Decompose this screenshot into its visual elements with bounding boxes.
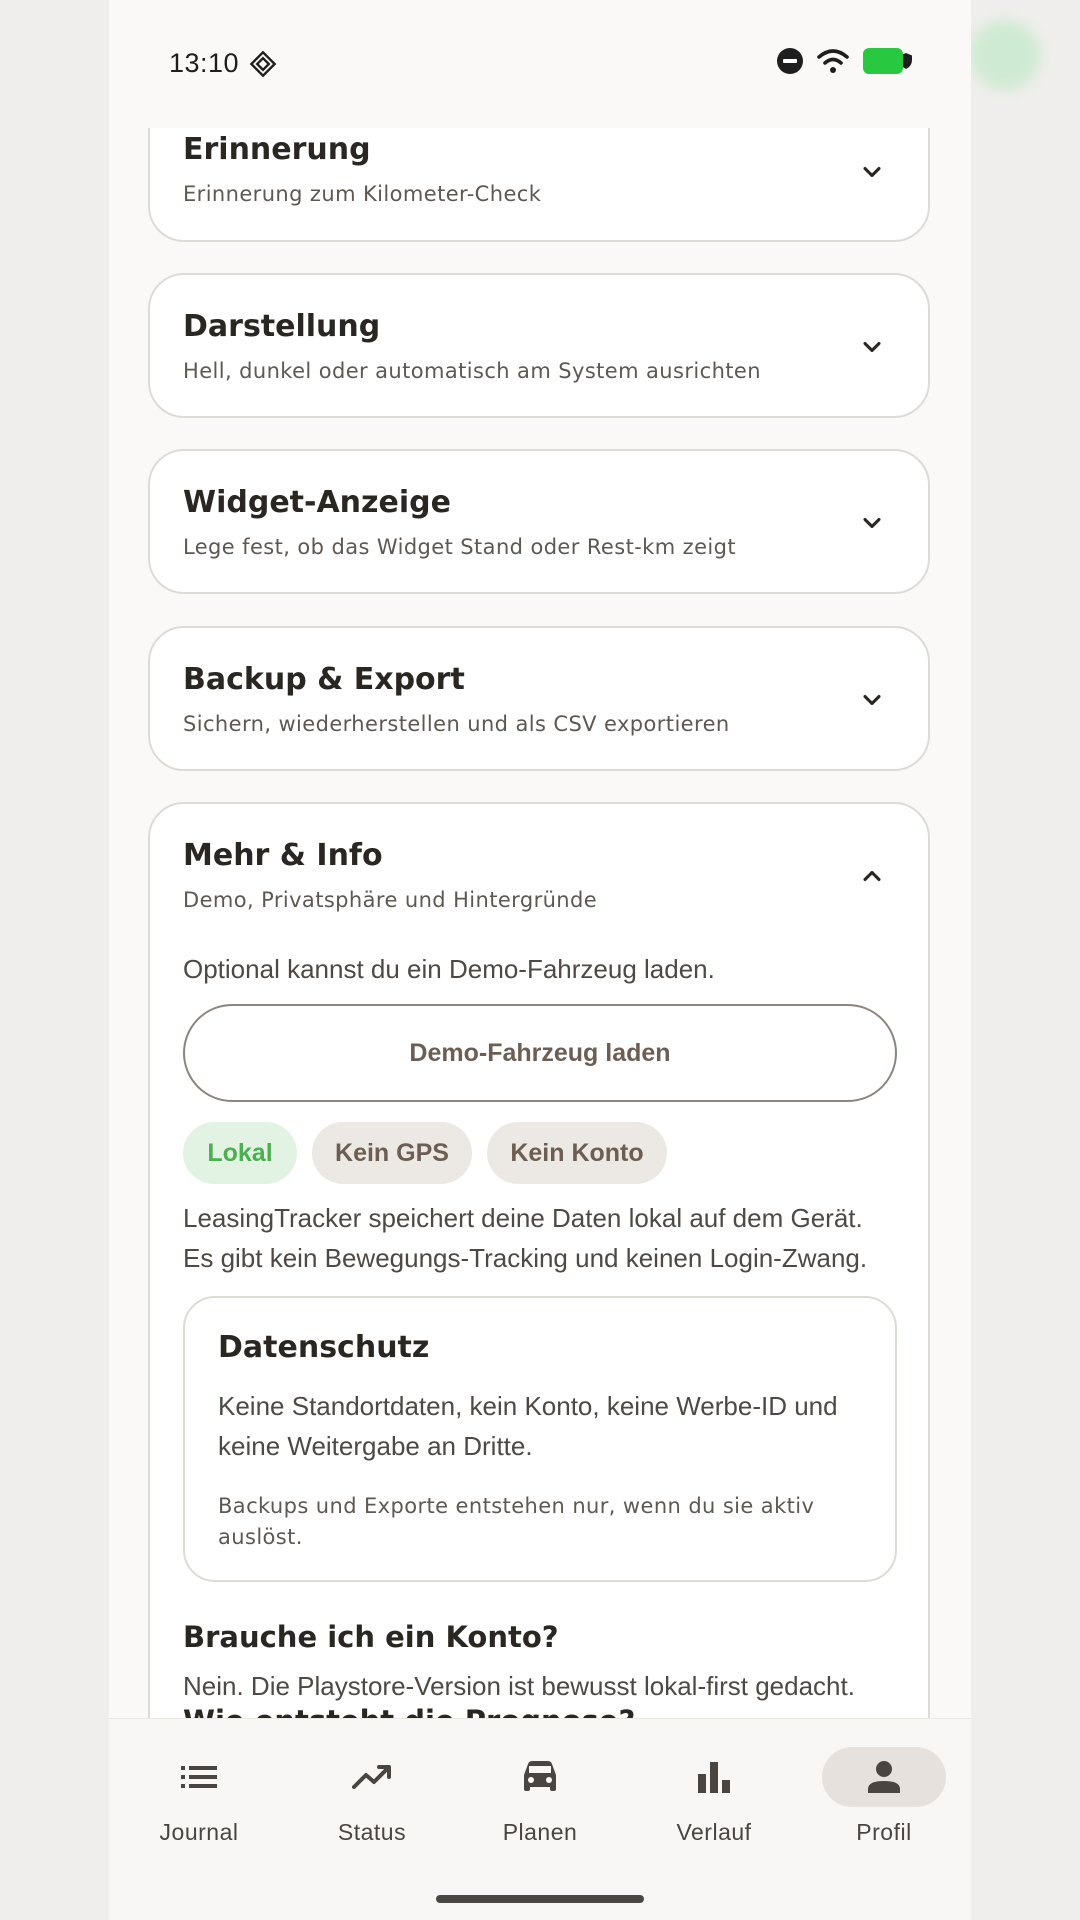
nav-item-journal[interactable]: Journal bbox=[124, 1747, 274, 1857]
chevron-down-icon[interactable] bbox=[858, 333, 886, 361]
app-screen: Erinnerung Erinnerung zum Kilometer-Chec… bbox=[109, 0, 971, 1920]
list-icon bbox=[181, 1766, 217, 1788]
status-bar: 13:10 bbox=[109, 0, 971, 128]
nav-icon-container bbox=[652, 1747, 776, 1807]
nav-label: Profil bbox=[856, 1819, 912, 1845]
nav-item-profil[interactable]: Profil bbox=[809, 1747, 959, 1857]
do-not-disturb-icon bbox=[777, 48, 803, 74]
bottom-navigation: Journal Status Planen Verlauf Profil bbox=[109, 1718, 971, 1920]
status-time: 13:10 bbox=[169, 48, 240, 78]
chip-lokal: Lokal bbox=[183, 1122, 297, 1184]
datenschutz-note-line2: auslöst. bbox=[218, 1525, 303, 1549]
battery-icon bbox=[863, 48, 903, 74]
faq-question: Wie entsteht die Prognose? bbox=[183, 1704, 635, 1718]
person-icon bbox=[868, 1761, 900, 1793]
nav-icon-container-active bbox=[822, 1747, 946, 1807]
car-icon bbox=[524, 1761, 556, 1791]
background-blur-right bbox=[970, 0, 1080, 1920]
nav-label: Planen bbox=[502, 1819, 578, 1845]
chevron-down-icon[interactable] bbox=[858, 509, 886, 537]
nfc-icon bbox=[249, 50, 277, 78]
nav-label: Journal bbox=[159, 1819, 239, 1845]
load-demo-vehicle-button[interactable]: Demo-Fahrzeug laden bbox=[183, 1004, 897, 1102]
faq-answer: Nein. Die Playstore-Version ist bewusst … bbox=[183, 1671, 855, 1701]
card-subtitle: Hell, dunkel oder automatisch am System … bbox=[183, 359, 761, 383]
trending-up-icon bbox=[352, 1765, 391, 1789]
card-mehr-info: Mehr & Info Demo, Privatsphäre und Hinte… bbox=[148, 802, 930, 1718]
card-title: Backup & Export bbox=[183, 662, 465, 697]
chip-kein-konto: Kein Konto bbox=[487, 1122, 667, 1184]
datenschutz-title: Datenschutz bbox=[218, 1330, 430, 1365]
chevron-up-icon[interactable] bbox=[858, 862, 886, 890]
home-indicator[interactable] bbox=[436, 1895, 644, 1903]
nav-item-status[interactable]: Status bbox=[297, 1747, 447, 1857]
chevron-down-icon[interactable] bbox=[858, 686, 886, 714]
datenschutz-text-line1: Keine Standortdaten, kein Konto, keine W… bbox=[218, 1391, 838, 1421]
card-subtitle: Demo, Privatsphäre und Hintergründe bbox=[183, 888, 598, 912]
chevron-down-icon[interactable] bbox=[858, 158, 886, 186]
info-text-line1: LeasingTracker speichert deine Daten lok… bbox=[183, 1203, 863, 1233]
nav-label: Verlauf bbox=[676, 1819, 752, 1845]
card-title: Mehr & Info bbox=[183, 838, 383, 873]
nav-icon-container bbox=[478, 1747, 602, 1807]
card-darstellung[interactable]: Darstellung Hell, dunkel oder automatisc… bbox=[148, 273, 930, 418]
settings-scroll-area[interactable]: Erinnerung Erinnerung zum Kilometer-Chec… bbox=[109, 0, 971, 1718]
wifi-icon bbox=[817, 49, 849, 73]
datenschutz-text-line2: keine Weitergabe an Dritte. bbox=[218, 1431, 533, 1461]
nav-icon-container bbox=[310, 1747, 434, 1807]
nav-label: Status bbox=[337, 1819, 407, 1845]
card-subtitle: Erinnerung zum Kilometer-Check bbox=[183, 182, 542, 206]
card-subtitle: Sichern, wiederherstellen und als CSV ex… bbox=[183, 712, 730, 736]
nav-icon-container bbox=[137, 1747, 261, 1807]
nav-item-verlauf[interactable]: Verlauf bbox=[639, 1747, 789, 1857]
card-widget-anzeige[interactable]: Widget-Anzeige Lege fest, ob das Widget … bbox=[148, 449, 930, 594]
background-blur-left bbox=[0, 0, 110, 1920]
card-backup-export[interactable]: Backup & Export Sichern, wiederherstelle… bbox=[148, 626, 930, 771]
nav-item-planen[interactable]: Planen bbox=[465, 1747, 615, 1857]
chip-kein-gps: Kein GPS bbox=[312, 1122, 472, 1184]
card-title: Widget-Anzeige bbox=[183, 485, 451, 520]
bar-chart-icon bbox=[698, 1762, 730, 1793]
faq-question: Brauche ich ein Konto? bbox=[183, 1620, 559, 1654]
card-title: Darstellung bbox=[183, 309, 381, 344]
background-glow bbox=[970, 20, 1040, 90]
datenschutz-card: Datenschutz Keine Standortdaten, kein Ko… bbox=[183, 1296, 897, 1582]
card-subtitle: Lege fest, ob das Widget Stand oder Rest… bbox=[183, 535, 737, 559]
card-title: Erinnerung bbox=[183, 132, 371, 167]
info-text-line2: Es gibt kein Bewegungs-Tracking und kein… bbox=[183, 1243, 868, 1273]
demo-hint: Optional kannst du ein Demo-Fahrzeug lad… bbox=[183, 954, 715, 984]
datenschutz-note-line1: Backups und Exporte entstehen nur, wenn … bbox=[218, 1494, 815, 1518]
